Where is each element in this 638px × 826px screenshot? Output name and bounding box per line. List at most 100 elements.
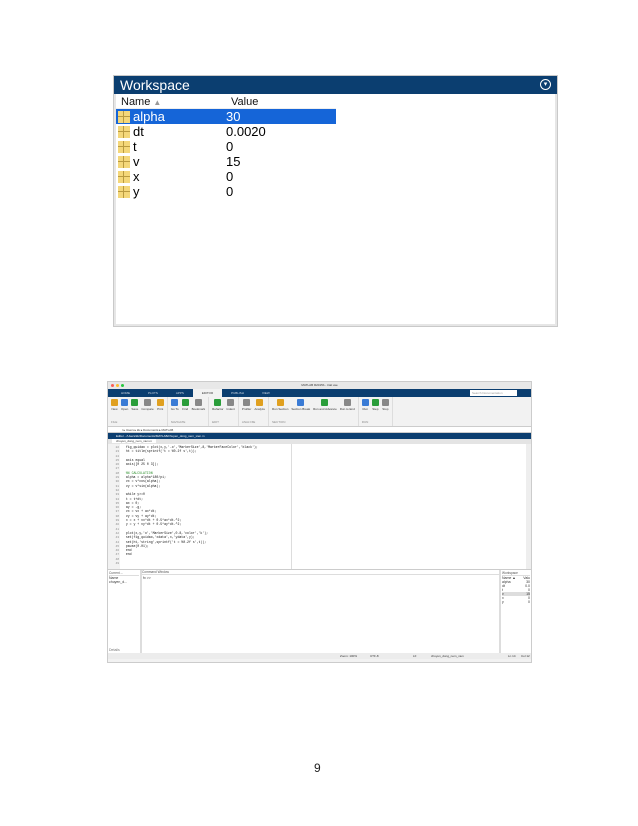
go-to-icon: [171, 399, 179, 406]
run-icon: [361, 399, 369, 406]
variable-row[interactable]: dt 0.0020: [116, 124, 336, 139]
step-icon: [371, 399, 379, 406]
variable-name: t: [133, 139, 137, 154]
variable-row[interactable]: y0: [116, 184, 336, 199]
print-button[interactable]: Print: [156, 399, 164, 411]
open-icon: [121, 399, 129, 406]
bookmark-button[interactable]: Bookmark: [192, 399, 205, 411]
button-label: Section Break: [291, 407, 311, 411]
variable-grid-icon: [118, 110, 130, 123]
status-line: Ln 14: [508, 654, 516, 658]
variable-value: 15: [226, 154, 241, 169]
find-button[interactable]: Find: [181, 399, 189, 411]
value-column-header[interactable]: Value: [226, 94, 263, 108]
variable-name: y: [133, 184, 140, 199]
run-button[interactable]: Run: [361, 399, 369, 411]
run-section-button[interactable]: Run Section: [272, 399, 288, 411]
code-text[interactable]: fig_quidao = plot(x,y,'-o','MarkerSize',…: [120, 444, 531, 569]
tab-publish[interactable]: PUBLISH: [222, 389, 253, 397]
button-label: Run and Advance: [313, 407, 337, 411]
toolstrip-group-file: New Open Save Compare Print FILE: [108, 397, 168, 426]
tab-apps[interactable]: APPS: [167, 389, 193, 397]
variable-row[interactable]: x0: [116, 169, 336, 184]
group-label: EDIT: [212, 420, 219, 424]
refactor-icon: [214, 399, 222, 406]
profiler-button[interactable]: Profiler: [242, 399, 251, 411]
analyze-button[interactable]: Analyze: [254, 399, 265, 411]
tab-home[interactable]: HOME: [112, 389, 139, 397]
minimize-window-icon[interactable]: [116, 384, 119, 387]
variable-row[interactable]: v 15: [116, 154, 336, 169]
variable-row[interactable]: alpha 30: [116, 109, 336, 124]
page-number: 9: [314, 761, 321, 775]
button-label: Run Section: [272, 407, 289, 411]
run-to-end-button[interactable]: Run to End: [340, 399, 355, 411]
group-buttons: Go To Find Bookmark: [171, 399, 205, 411]
find-icon: [181, 399, 189, 406]
mini-variable-value: 0: [528, 600, 530, 604]
sort-ascending-icon: ▲: [153, 98, 162, 107]
status-zoom: Zoom: 100%: [340, 654, 358, 658]
button-label: Analyze: [254, 407, 266, 411]
stop-icon: [381, 399, 389, 406]
variable-value: 0: [226, 184, 234, 199]
indent-button[interactable]: Indent: [227, 399, 235, 411]
variable-name-cell: y: [116, 184, 226, 199]
run-to-end-icon: [343, 399, 351, 406]
variable-name-cell: x: [116, 169, 226, 184]
section-break-button[interactable]: Section Break: [291, 399, 310, 411]
zoom-window-icon[interactable]: [121, 384, 124, 387]
name-column-header[interactable]: Name ▲: [116, 94, 226, 108]
stop-button[interactable]: Stop: [381, 399, 389, 411]
close-window-icon[interactable]: [111, 384, 114, 387]
line-number: 49: [115, 561, 119, 566]
workspace-panel: Workspace ▾ Name ▲ Value alpha 30 dt 0.0020 t 0…: [113, 75, 558, 327]
save-icon: [131, 399, 139, 406]
toolstrip-group-run: Run Step Stop RUN: [359, 397, 393, 426]
group-label: SECTION: [272, 420, 286, 424]
button-label: Run to End: [339, 407, 355, 411]
matlab-window: MATLAB R2015b - trial use HOME PLOTS APPS E…: [107, 381, 532, 663]
new-button[interactable]: New: [111, 399, 118, 411]
details-toggle[interactable]: Details: [109, 648, 120, 652]
editor-scrollbar[interactable]: [526, 444, 531, 569]
group-label: RUN: [361, 420, 369, 424]
status-script: chuyen_dong_nem_xien: [431, 654, 464, 658]
open-button[interactable]: Open: [121, 399, 128, 411]
group-buttons: Profiler Analyze: [242, 399, 265, 411]
variable-name: dt: [133, 124, 144, 139]
button-label: Print: [157, 407, 164, 411]
file-tab[interactable]: chuyen_dong_nem_xien.m: [112, 439, 157, 443]
group-buttons: Refactor Indent: [212, 399, 235, 411]
group-buttons: Run Section Section Break Run and Advance R…: [272, 399, 355, 411]
code-editor[interactable]: 22 23 24 25 26 27 28 29 30 31 32 33 34 35 36 37 38 39 40 41…: [108, 444, 531, 569]
compare-button[interactable]: Compare: [141, 399, 154, 411]
variable-value: 0: [226, 169, 234, 184]
refactor-button[interactable]: Refactor: [212, 399, 224, 411]
button-label: Refactor: [212, 407, 224, 411]
search-documentation-input[interactable]: Search Documentation: [470, 390, 517, 396]
group-label: NAVIGATE: [170, 420, 186, 424]
variable-row[interactable]: t0: [116, 139, 336, 154]
command-window[interactable]: Command Window fx >>: [142, 570, 501, 653]
go-to-button[interactable]: Go To: [171, 399, 179, 411]
mini-variable-row[interactable]: y0: [502, 600, 530, 604]
group-buttons: New Open Save Compare Print: [111, 399, 164, 411]
tab-view[interactable]: VIEW: [253, 389, 279, 397]
save-button[interactable]: Save: [131, 399, 139, 411]
bookmark-icon: [194, 399, 202, 406]
tab-plots[interactable]: PLOTS: [139, 389, 167, 397]
run-and-advance-button[interactable]: Run and Advance: [313, 399, 337, 411]
current-folder-file[interactable]: chuyen_d...: [109, 580, 139, 584]
step-button[interactable]: Step: [371, 399, 379, 411]
variable-name-cell: t: [116, 139, 226, 154]
toolstrip-group-section: Run Section Section Break Run and Advance R…: [269, 397, 359, 426]
variable-name: v: [133, 154, 140, 169]
command-prompt[interactable]: fx >>: [142, 575, 499, 581]
variable-name: alpha: [133, 109, 165, 124]
tab-editor[interactable]: EDITOR: [192, 389, 223, 397]
current-folder-panel: Current ... Name chuyen_d... Details: [108, 570, 142, 653]
panel-menu-icon[interactable]: ▾: [540, 79, 551, 90]
button-label: New: [111, 407, 118, 411]
